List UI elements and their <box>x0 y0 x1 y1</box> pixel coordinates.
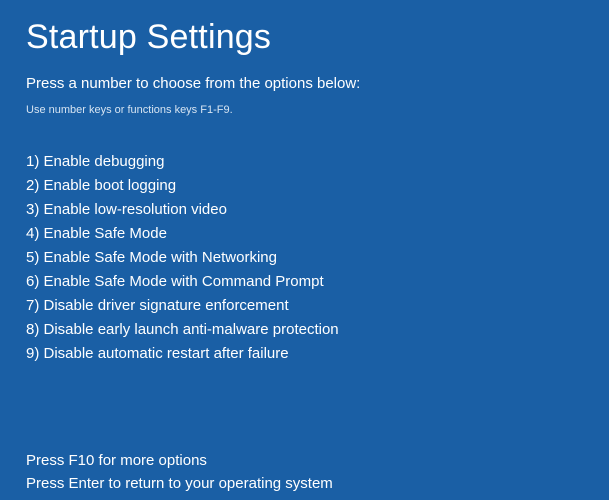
options-list: 1) Enable debugging 2) Enable boot loggi… <box>26 150 583 366</box>
option-5-enable-safe-mode-networking[interactable]: 5) Enable Safe Mode with Networking <box>26 246 583 270</box>
option-8-disable-early-launch-anti-malware[interactable]: 8) Disable early launch anti-malware pro… <box>26 318 583 342</box>
option-6-enable-safe-mode-command-prompt[interactable]: 6) Enable Safe Mode with Command Prompt <box>26 270 583 294</box>
option-9-disable-automatic-restart[interactable]: 9) Disable automatic restart after failu… <box>26 342 583 366</box>
option-2-enable-boot-logging[interactable]: 2) Enable boot logging <box>26 174 583 198</box>
option-7-disable-driver-signature-enforcement[interactable]: 7) Disable driver signature enforcement <box>26 294 583 318</box>
footer-return-os: Press Enter to return to your operating … <box>26 473 583 496</box>
footer-more-options: Press F10 for more options <box>26 450 583 473</box>
subtitle-text: Press a number to choose from the option… <box>26 75 583 92</box>
hint-text: Use number keys or functions keys F1-F9. <box>26 104 583 116</box>
option-1-enable-debugging[interactable]: 1) Enable debugging <box>26 150 583 174</box>
option-3-enable-low-resolution-video[interactable]: 3) Enable low-resolution video <box>26 198 583 222</box>
page-title: Startup Settings <box>26 18 583 57</box>
option-4-enable-safe-mode[interactable]: 4) Enable Safe Mode <box>26 222 583 246</box>
